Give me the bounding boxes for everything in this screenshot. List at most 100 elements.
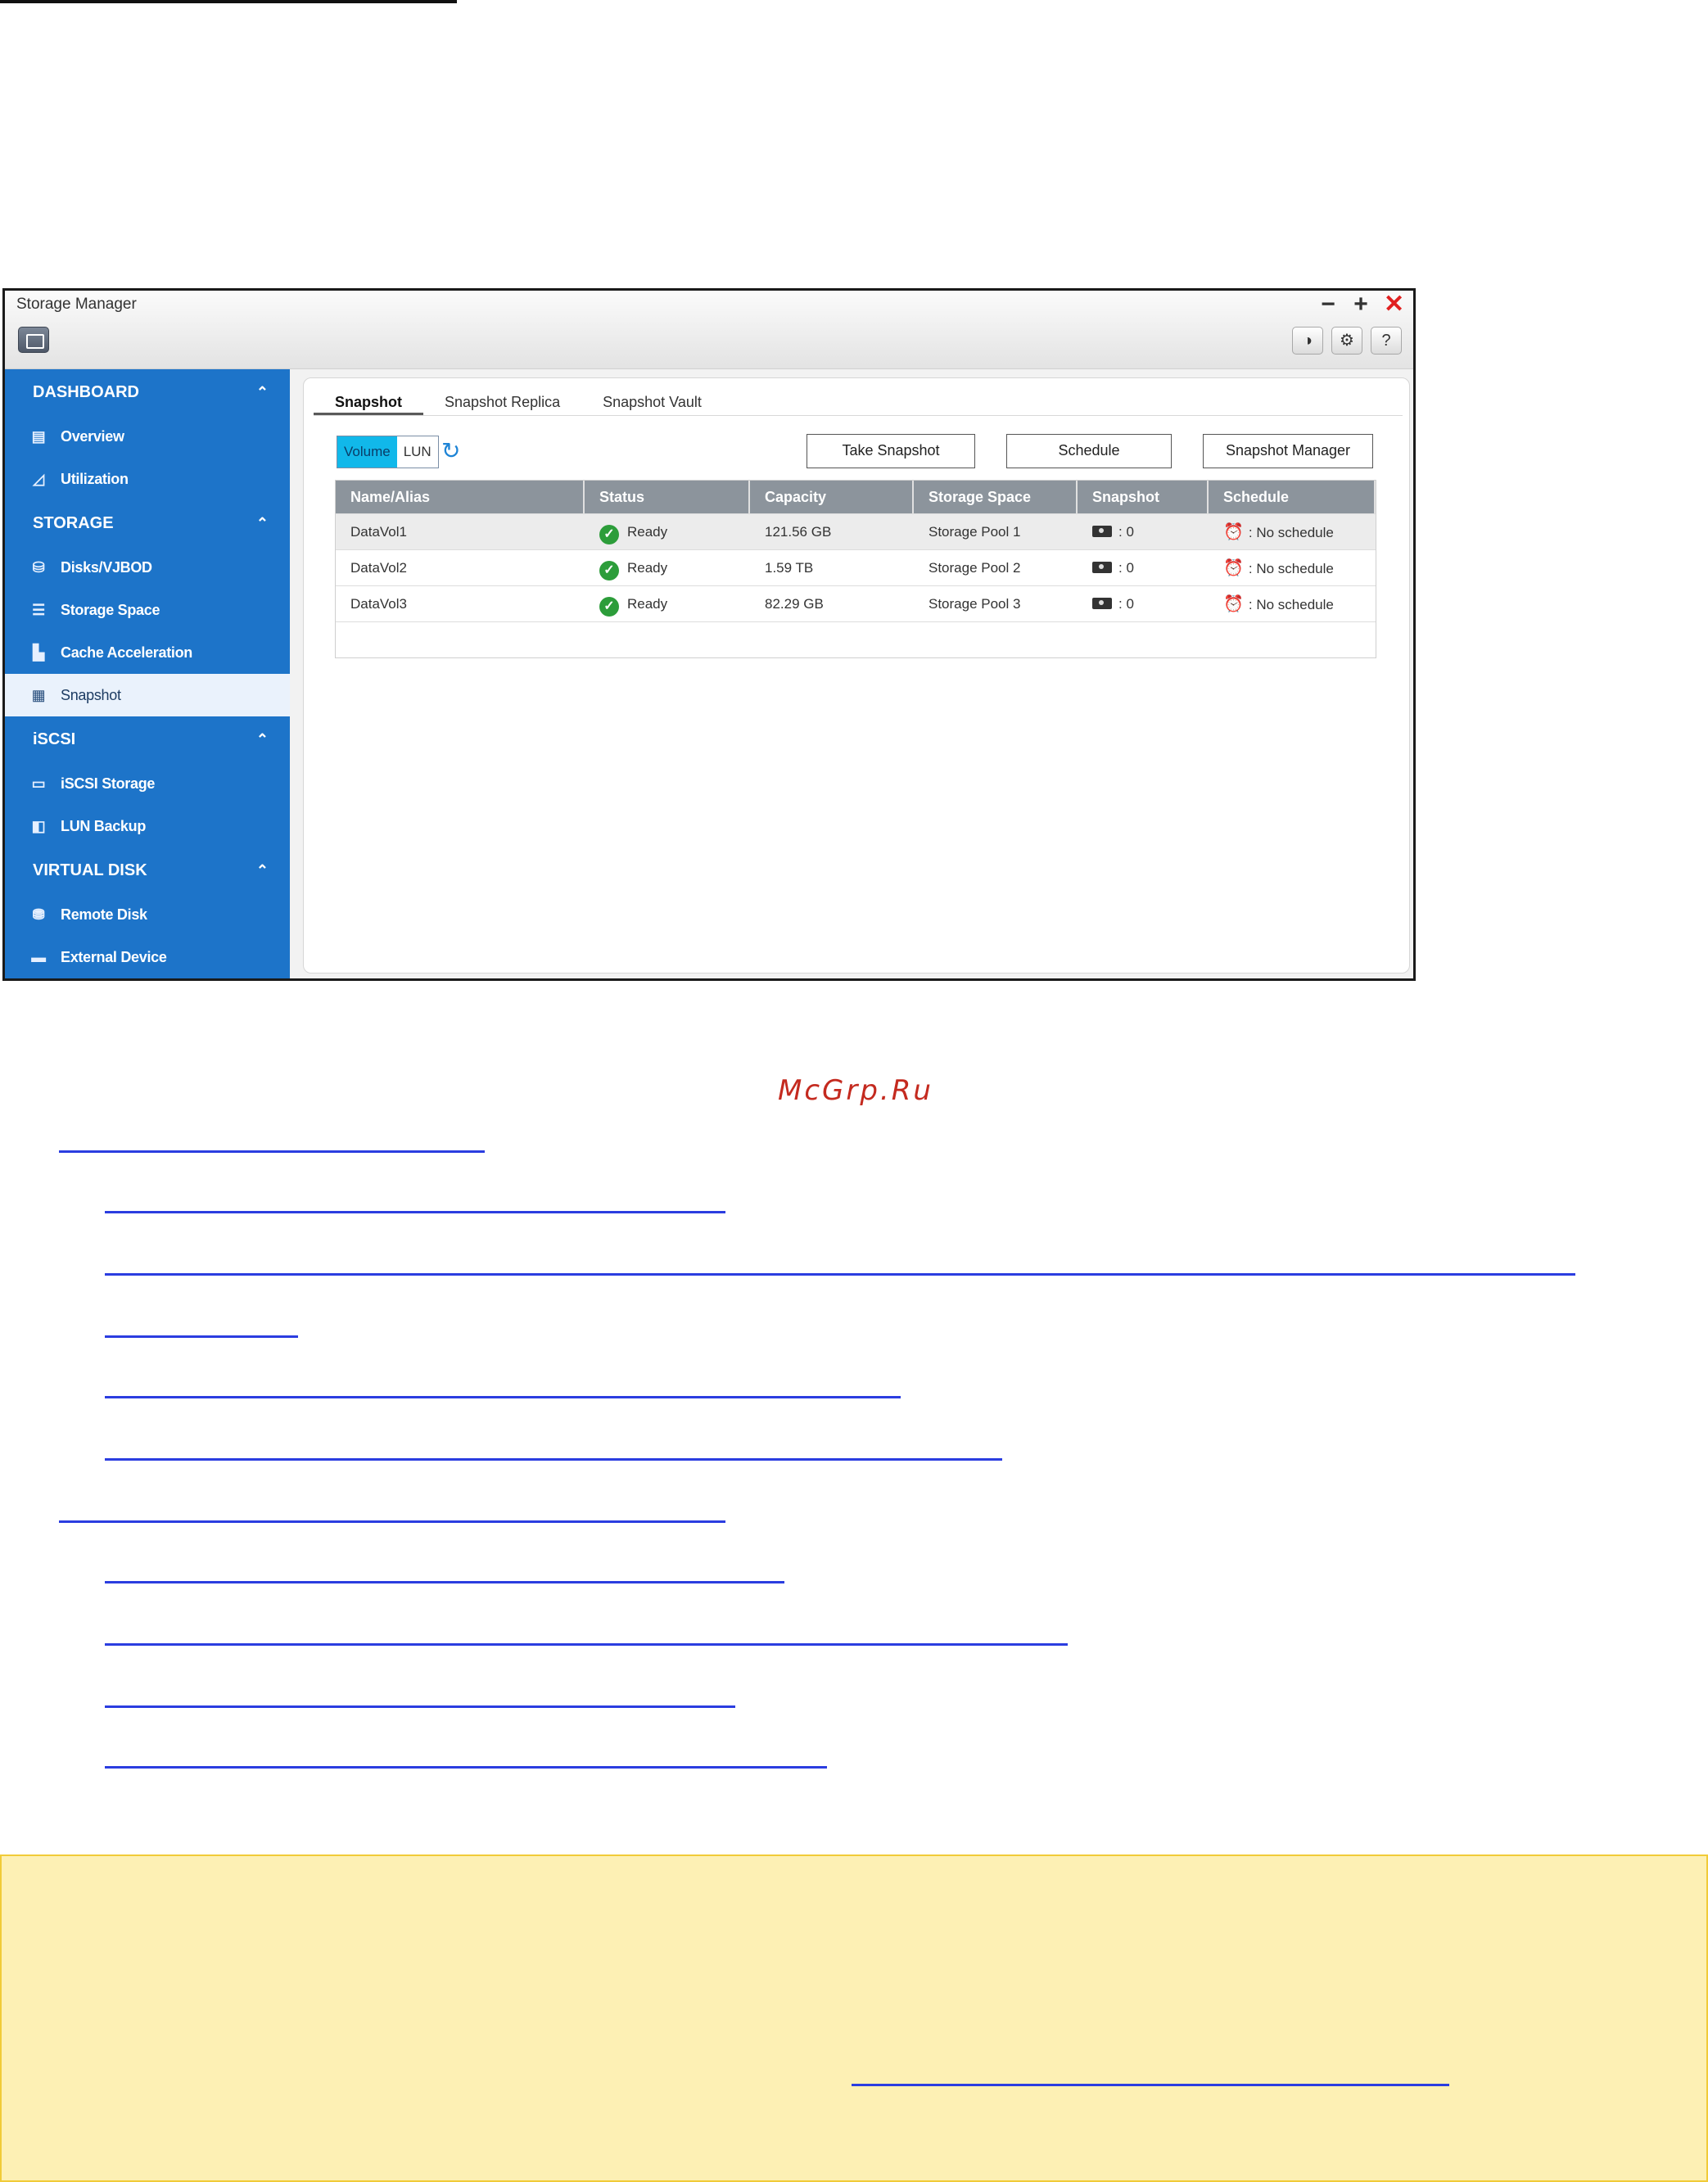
cell-name: DataVol2 bbox=[350, 560, 407, 576]
disk-icon: ⛁ bbox=[32, 559, 45, 576]
cell-snapshot: : 0 bbox=[1078, 550, 1209, 585]
cell-name: DataVol3 bbox=[350, 596, 407, 612]
title-bar: Storage Manager − + ✕ ◑ ⚙ ? bbox=[5, 291, 1413, 369]
sidebar-item-disks[interactable]: ⛁ Disks/VJBOD bbox=[5, 546, 290, 589]
minimize-icon[interactable]: − bbox=[1318, 292, 1338, 317]
link-underline[interactable] bbox=[105, 1766, 827, 1769]
top-rule bbox=[0, 0, 457, 3]
link-underline[interactable] bbox=[105, 1211, 725, 1213]
column-header[interactable]: Snapshot bbox=[1078, 481, 1209, 513]
chart-icon: ◿ bbox=[33, 471, 44, 487]
sidebar-item-cache-acceleration[interactable]: ▙ Cache Acceleration bbox=[5, 631, 290, 674]
column-header[interactable]: Storage Space bbox=[914, 481, 1078, 513]
volume-table: Name/Alias Status Capacity Storage Space… bbox=[335, 480, 1376, 658]
cell-capacity: 121.56 GB bbox=[765, 524, 832, 540]
sidebar-section-iscsi[interactable]: iSCSI ⌃ bbox=[5, 716, 290, 762]
chevron-up-icon[interactable]: ⌃ bbox=[256, 862, 269, 879]
cell-status: ✓ Ready bbox=[585, 550, 750, 585]
cell-status: ✓ Ready bbox=[585, 586, 750, 621]
toggle-volume[interactable]: Volume bbox=[337, 436, 397, 468]
cell-storage-space: Storage Pool 1 bbox=[929, 524, 1021, 540]
camera-icon bbox=[1092, 526, 1112, 537]
table-header: Name/Alias Status Capacity Storage Space… bbox=[336, 481, 1376, 513]
volume-lun-toggle: Volume LUN bbox=[337, 436, 439, 468]
cell-storage-space: Storage Pool 2 bbox=[929, 560, 1021, 576]
note-link-underline[interactable] bbox=[852, 2084, 1449, 2086]
sidebar-item-remote-disk[interactable]: ⛃ Remote Disk bbox=[5, 893, 290, 936]
schedule-button[interactable]: Schedule bbox=[1006, 434, 1172, 468]
gear-icon[interactable]: ⚙ bbox=[1331, 327, 1362, 355]
help-icon[interactable]: ? bbox=[1371, 327, 1402, 355]
grid-icon: ▦ bbox=[31, 687, 46, 703]
link-underline[interactable] bbox=[59, 1520, 725, 1523]
link-underline[interactable] bbox=[105, 1705, 735, 1708]
cell-schedule: ⏰: No schedule bbox=[1223, 595, 1334, 613]
refresh-icon[interactable]: ↻ bbox=[441, 437, 460, 464]
drive-icon: ▙ bbox=[33, 644, 44, 661]
cell-name: DataVol1 bbox=[350, 524, 407, 540]
sidebar-item-external-device[interactable]: ▬ External Device bbox=[5, 936, 290, 978]
link-underline[interactable] bbox=[105, 1581, 784, 1583]
snapshot-manager-button[interactable]: Snapshot Manager bbox=[1203, 434, 1373, 468]
table-row[interactable]: DataVol3 ✓ Ready 82.29 GB Storage Pool 3 … bbox=[336, 585, 1376, 621]
camera-icon bbox=[1092, 562, 1112, 573]
toggle-lun[interactable]: LUN bbox=[396, 436, 438, 468]
cell-schedule: ⏰: No schedule bbox=[1223, 559, 1334, 577]
table-empty-row bbox=[336, 621, 1376, 657]
link-underline[interactable] bbox=[105, 1643, 1068, 1646]
sidebar-item-lun-backup[interactable]: ◧ LUN Backup bbox=[5, 805, 290, 847]
window-controls: − + ✕ bbox=[1318, 292, 1404, 317]
sidebar-section-virtual-disk[interactable]: VIRTUAL DISK ⌃ bbox=[5, 847, 290, 893]
column-header[interactable]: Name/Alias bbox=[336, 481, 585, 513]
column-header[interactable]: Capacity bbox=[750, 481, 914, 513]
link-underline[interactable] bbox=[59, 1150, 485, 1153]
sidebar-item-storage-space[interactable]: ☰ Storage Space bbox=[5, 589, 290, 631]
sidebar-item-iscsi-storage[interactable]: ▭ iSCSI Storage bbox=[5, 762, 290, 805]
alarm-clock-icon: ⏰ bbox=[1223, 595, 1244, 613]
sidebar-section-dashboard[interactable]: DASHBOARD ⌃ bbox=[5, 369, 290, 415]
chevron-up-icon[interactable]: ⌃ bbox=[256, 515, 269, 532]
table-row[interactable]: DataVol1 ✓ Ready 121.56 GB Storage Pool 1… bbox=[336, 513, 1376, 549]
take-snapshot-button[interactable]: Take Snapshot bbox=[807, 434, 975, 468]
sidebar-section-storage[interactable]: STORAGE ⌃ bbox=[5, 500, 290, 546]
chevron-up-icon[interactable]: ⌃ bbox=[256, 384, 269, 401]
camera-icon bbox=[1092, 598, 1112, 609]
maximize-icon[interactable]: + bbox=[1351, 292, 1371, 317]
storage-icon: ▭ bbox=[31, 775, 46, 792]
cell-status: ✓ Ready bbox=[585, 514, 750, 549]
tab-bar: Snapshot Snapshot Replica Snapshot Vault bbox=[314, 390, 1403, 416]
cell-capacity: 1.59 TB bbox=[765, 560, 814, 576]
cell-capacity: 82.29 GB bbox=[765, 596, 824, 612]
sidebar-item-utilization[interactable]: ◿ Utilization bbox=[5, 458, 290, 500]
link-underline[interactable] bbox=[105, 1273, 1575, 1276]
toolbar-icons: ◑ ⚙ ? bbox=[1292, 327, 1402, 355]
tab-snapshot-vault[interactable]: Snapshot Vault bbox=[581, 390, 723, 415]
tab-snapshot[interactable]: Snapshot bbox=[314, 390, 424, 415]
external-device-icon: ▬ bbox=[31, 949, 46, 965]
sidebar-item-snapshot[interactable]: ▦ Snapshot bbox=[5, 674, 290, 716]
close-icon[interactable]: ✕ bbox=[1384, 292, 1404, 317]
list-icon: ☰ bbox=[32, 602, 45, 618]
menu-toggle-icon[interactable] bbox=[18, 327, 49, 353]
column-header[interactable]: Status bbox=[585, 481, 750, 513]
cell-snapshot: : 0 bbox=[1078, 586, 1209, 621]
storage-manager-window: Storage Manager − + ✕ ◑ ⚙ ? DASHBOARD ⌃ ▤… bbox=[2, 288, 1416, 981]
utility-icon[interactable]: ◑ bbox=[1292, 327, 1323, 355]
chevron-up-icon[interactable]: ⌃ bbox=[256, 731, 269, 748]
link-underline[interactable] bbox=[105, 1335, 298, 1338]
note-box bbox=[0, 1854, 1708, 2182]
main-content: Snapshot Snapshot Replica Snapshot Vault… bbox=[303, 377, 1410, 974]
link-underline[interactable] bbox=[105, 1458, 1002, 1461]
column-header[interactable]: Schedule bbox=[1209, 481, 1376, 513]
table-row[interactable]: DataVol2 ✓ Ready 1.59 TB Storage Pool 2 :… bbox=[336, 549, 1376, 585]
alarm-clock-icon: ⏰ bbox=[1223, 559, 1244, 577]
tab-snapshot-replica[interactable]: Snapshot Replica bbox=[423, 390, 581, 415]
sidebar-item-overview[interactable]: ▤ Overview bbox=[5, 415, 290, 458]
window-title: Storage Manager bbox=[16, 296, 137, 313]
watermark: McGrp.Ru bbox=[778, 1074, 933, 1107]
cell-snapshot: : 0 bbox=[1078, 514, 1209, 549]
check-icon: ✓ bbox=[599, 561, 619, 581]
backup-icon: ◧ bbox=[31, 818, 46, 834]
overview-icon: ▤ bbox=[31, 428, 46, 445]
link-underline[interactable] bbox=[105, 1396, 901, 1398]
